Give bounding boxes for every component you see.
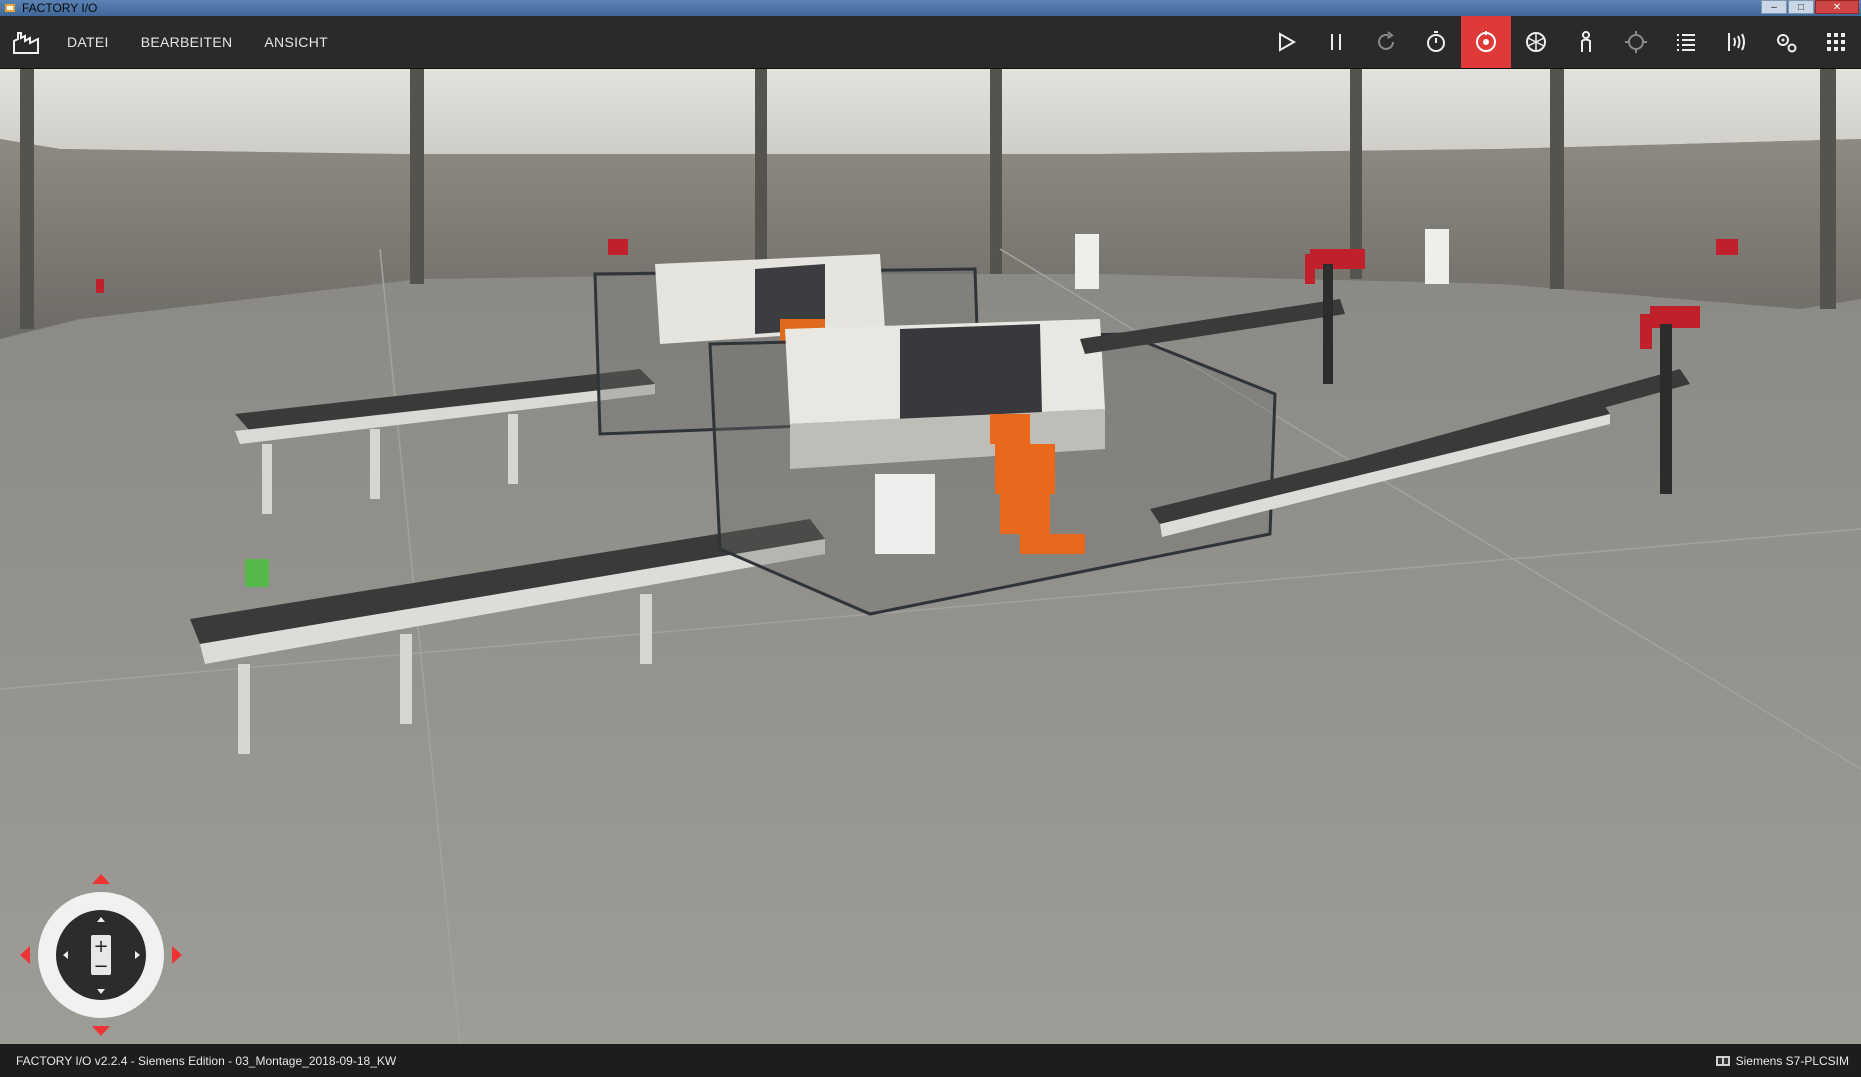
minimize-button[interactable]: –	[1761, 0, 1787, 14]
maximize-button[interactable]: □	[1788, 0, 1814, 14]
timer-button[interactable]	[1411, 16, 1461, 68]
zoom-out-button[interactable]: −	[93, 956, 108, 977]
nav-arrow-up-icon[interactable]	[92, 874, 110, 884]
close-button[interactable]: ✕	[1815, 0, 1859, 14]
target-button[interactable]	[1611, 16, 1661, 68]
window-controls: – □ ✕	[1760, 0, 1859, 14]
camera-navigator[interactable]: + −	[18, 872, 184, 1038]
list-icon	[1677, 34, 1695, 51]
main-menu: DATEI BEARBEITEN ANSICHT	[0, 16, 360, 68]
camera-orbit-icon	[1476, 31, 1496, 52]
sensor-button[interactable]	[1711, 16, 1761, 68]
plc-driver-icon	[1715, 1056, 1730, 1066]
nav-arrow-right-icon[interactable]	[172, 946, 182, 964]
app-icon	[5, 4, 15, 12]
settings-icon	[1777, 34, 1797, 53]
status-driver[interactable]: Siemens S7-PLCSIM	[1715, 1054, 1849, 1068]
target-icon	[1625, 31, 1647, 53]
window-titlebar: FACTORY I/O – □ ✕	[0, 0, 1861, 16]
play-icon	[1279, 32, 1297, 52]
toolbar	[1261, 16, 1861, 68]
reset-button[interactable]	[1361, 16, 1411, 68]
status-file-info: FACTORY I/O v2.2.4 - Siemens Edition - 0…	[16, 1054, 397, 1068]
menu-datei[interactable]: DATEI	[67, 34, 109, 50]
status-bar: FACTORY I/O v2.2.4 - Siemens Edition - 0…	[0, 1045, 1861, 1077]
grid-icon	[1827, 33, 1845, 51]
timer-icon	[1427, 31, 1445, 52]
grid-button[interactable]	[1811, 16, 1861, 68]
list-button[interactable]	[1661, 16, 1711, 68]
pause-button[interactable]	[1311, 16, 1361, 68]
window-title: FACTORY I/O	[22, 1, 98, 15]
reset-icon	[1378, 31, 1394, 50]
back-wall-upper	[0, 69, 1861, 154]
3d-scene-viewport[interactable]: + −	[0, 69, 1861, 1044]
play-button[interactable]	[1261, 16, 1311, 68]
pause-icon	[1331, 34, 1341, 50]
menu-bar: DATEI BEARBEITEN ANSICHT	[0, 16, 1861, 69]
menu-ansicht[interactable]: ANSICHT	[264, 34, 328, 50]
first-person-icon	[1581, 31, 1591, 52]
sensor-icon	[1728, 33, 1745, 51]
orbit-camera-button[interactable]	[1461, 16, 1511, 68]
factory-scene	[0, 69, 1861, 1044]
nav-arrow-down-icon[interactable]	[92, 1026, 110, 1036]
camera-fly-icon	[1526, 32, 1546, 52]
nav-arrow-left-icon[interactable]	[20, 946, 30, 964]
settings-button[interactable]	[1761, 16, 1811, 68]
zoom-in-button[interactable]: +	[93, 936, 108, 957]
first-person-button[interactable]	[1561, 16, 1611, 68]
status-driver-label: Siemens S7-PLCSIM	[1735, 1054, 1849, 1068]
fly-camera-button[interactable]	[1511, 16, 1561, 68]
menu-bearbeiten[interactable]: BEARBEITEN	[141, 34, 233, 50]
